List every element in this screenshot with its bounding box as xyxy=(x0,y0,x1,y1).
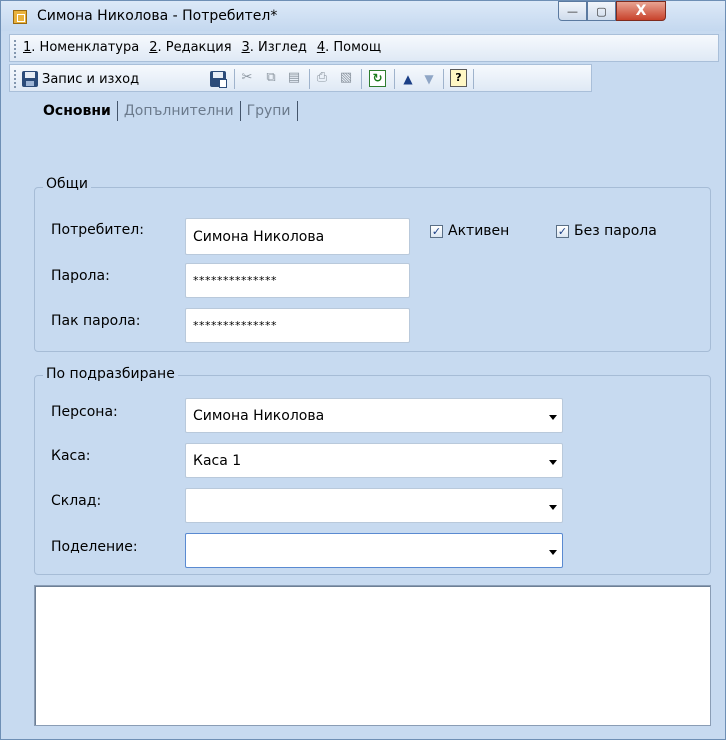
general-group-label: Общи xyxy=(43,176,91,192)
minimize-button[interactable]: — xyxy=(558,1,587,21)
menu-item-view[interactable]: 3. Изглед xyxy=(242,40,307,55)
toolbar-separator xyxy=(443,69,444,89)
chevron-down-icon xyxy=(549,504,557,510)
close-button[interactable]: X xyxy=(616,1,666,21)
arrow-down-icon[interactable]: ▼ xyxy=(421,71,437,87)
main-window: Симона Николова - Потребител* — ▢ X 1. Н… xyxy=(0,0,726,740)
notes-textarea[interactable] xyxy=(34,585,711,726)
minimize-icon: — xyxy=(567,4,578,18)
arrow-up-icon[interactable]: ▲ xyxy=(400,71,416,87)
tab-main[interactable]: Основни xyxy=(43,103,117,119)
tab-divider xyxy=(296,101,298,121)
tab-additional[interactable]: Допълнителни xyxy=(118,103,240,119)
help-icon[interactable]: ? xyxy=(450,69,467,87)
save-and-exit-button[interactable]: Запис и изход xyxy=(22,69,139,89)
app-icon xyxy=(13,10,27,24)
save-icon xyxy=(22,71,38,87)
toolbar: Запис и изход ✂ ⧉ ▤ ⎙ ▧ ↻ ▲ ▼ ? xyxy=(9,64,592,92)
checkbox-active-icon: ✓ xyxy=(430,224,443,238)
active-checkbox[interactable]: ✓ Активен xyxy=(430,223,509,239)
menu-item-edit[interactable]: 2. Редакция xyxy=(149,40,231,55)
tab-bar: Основни Допълнителни Групи xyxy=(43,98,298,124)
toolbar-separator xyxy=(361,69,362,89)
toolbar-separator xyxy=(473,69,474,89)
save-and-exit-label: Запис и изход xyxy=(42,71,140,87)
refresh-icon[interactable]: ↻ xyxy=(369,70,386,87)
copy-icon[interactable]: ⧉ xyxy=(263,70,279,86)
toolbar-separator xyxy=(309,69,310,89)
maximize-button[interactable]: ▢ xyxy=(587,1,616,21)
password-label: Парола: xyxy=(51,268,110,284)
no-password-checkbox[interactable]: ✓ Без парола xyxy=(556,223,657,239)
user-input[interactable]: Симона Николова xyxy=(185,218,410,255)
division-label: Поделение: xyxy=(51,539,138,555)
menu-items: 1. Номенклатура 2. Редакция 3. Изглед 4.… xyxy=(23,40,381,55)
chevron-down-icon xyxy=(549,414,557,420)
division-select[interactable] xyxy=(185,533,563,568)
toolbar-separator xyxy=(234,69,235,89)
maximize-icon: ▢ xyxy=(596,4,607,18)
window-title: Симона Николова - Потребител* xyxy=(37,8,278,24)
print-icon[interactable]: ⎙ xyxy=(314,70,330,86)
menu-bar: 1. Номенклатура 2. Редакция 3. Изглед 4.… xyxy=(9,34,719,62)
cash-register-label: Каса: xyxy=(51,448,91,464)
menu-grip-handle[interactable] xyxy=(13,39,17,58)
menu-item-help[interactable]: 4. Помощ xyxy=(317,40,381,55)
toolbar-grip-handle[interactable] xyxy=(13,69,17,88)
save-copy-icon[interactable] xyxy=(210,71,227,88)
user-label: Потребител: xyxy=(51,222,144,238)
repeat-password-label: Пак парола: xyxy=(51,313,141,329)
print-preview-icon[interactable]: ▧ xyxy=(338,70,354,86)
chevron-down-icon xyxy=(549,459,557,465)
cut-icon[interactable]: ✂ xyxy=(239,70,255,86)
persona-label: Персона: xyxy=(51,404,118,420)
title-bar[interactable]: Симона Николова - Потребител* — ▢ X xyxy=(1,1,725,31)
checkbox-no-password-icon: ✓ xyxy=(556,224,569,238)
persona-select[interactable]: Симона Николова xyxy=(185,398,563,433)
defaults-group-label: По подразбиране xyxy=(43,366,178,382)
cash-register-select[interactable]: Каса 1 xyxy=(185,443,563,478)
warehouse-label: Склад: xyxy=(51,493,102,509)
password-input[interactable]: ************** xyxy=(185,263,410,298)
close-icon: X xyxy=(635,3,647,19)
window-controls: — ▢ X xyxy=(558,1,666,21)
paste-icon[interactable]: ▤ xyxy=(286,70,302,86)
menu-item-nomenclature[interactable]: 1. Номенклатура xyxy=(23,40,139,55)
chevron-down-icon xyxy=(549,549,557,555)
tab-groups[interactable]: Групи xyxy=(241,103,297,119)
warehouse-select[interactable] xyxy=(185,488,563,523)
repeat-password-input[interactable]: ************** xyxy=(185,308,410,343)
toolbar-separator xyxy=(394,69,395,89)
